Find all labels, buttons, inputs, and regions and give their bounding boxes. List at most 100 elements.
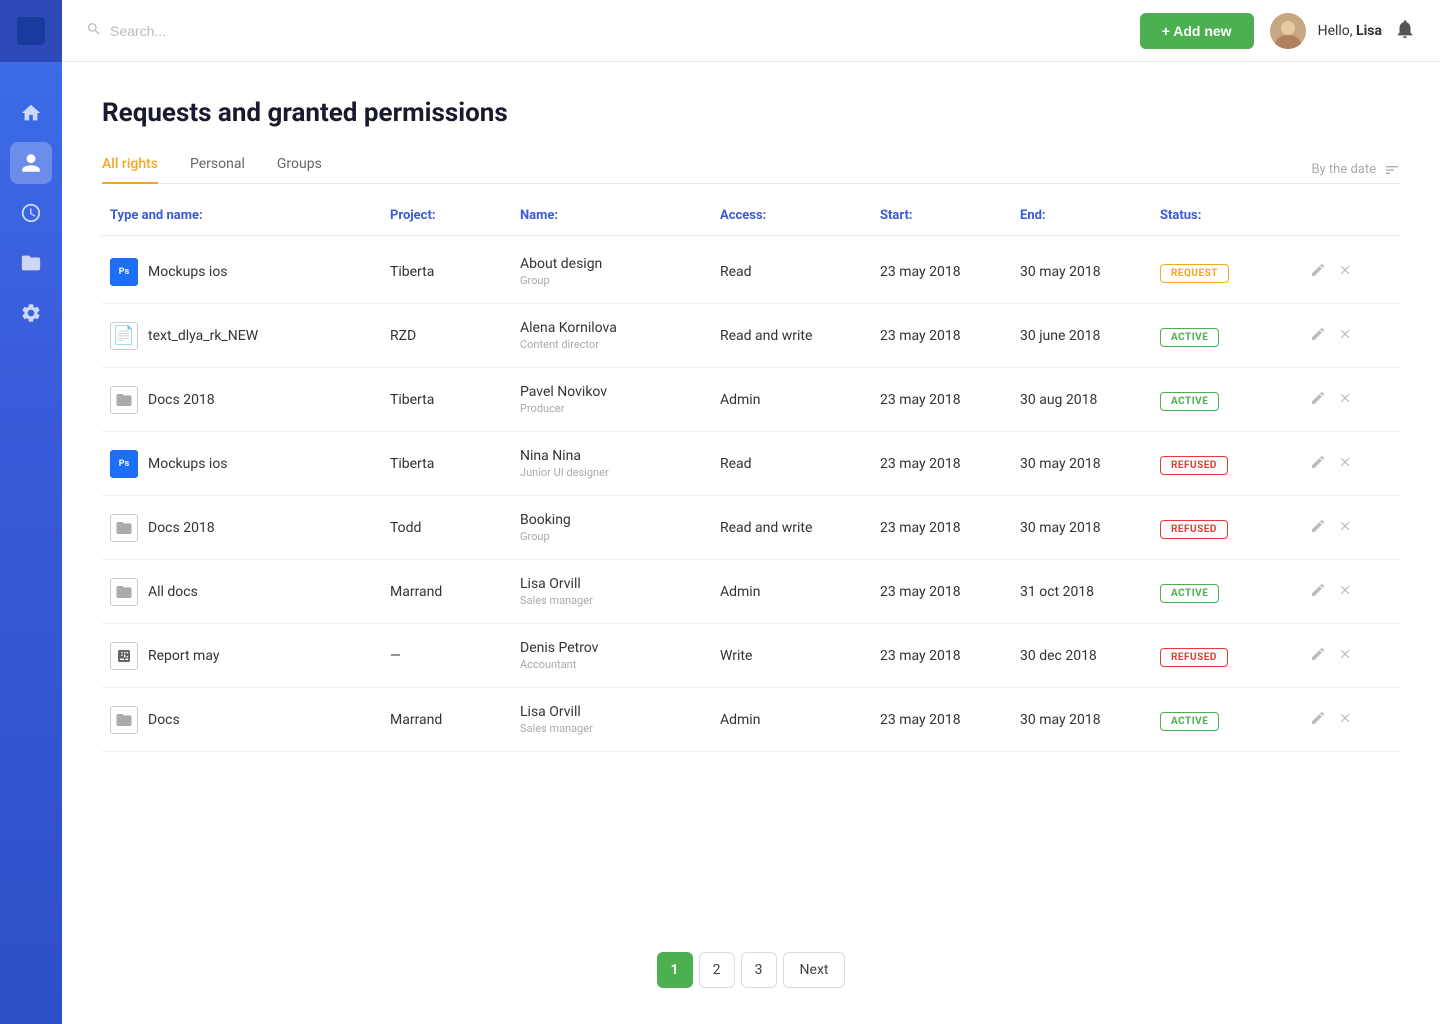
edit-icon[interactable] <box>1310 326 1326 346</box>
tab-personal[interactable]: Personal <box>190 156 245 184</box>
delete-icon[interactable] <box>1338 327 1352 345</box>
project-cell: RZD <box>390 328 520 344</box>
notification-bell-icon[interactable] <box>1394 18 1416 44</box>
tab-all-rights[interactable]: All rights <box>102 156 158 184</box>
sidebar-item-settings[interactable] <box>10 292 52 334</box>
edit-icon[interactable] <box>1310 646 1326 666</box>
delete-icon[interactable] <box>1338 583 1352 601</box>
sidebar-item-files[interactable] <box>10 242 52 284</box>
sidebar-item-home[interactable] <box>10 92 52 134</box>
tab-groups[interactable]: Groups <box>277 156 322 184</box>
col-end: End: <box>1020 208 1160 223</box>
logo-mark <box>17 17 45 45</box>
status-cell: ACTIVE <box>1160 581 1310 603</box>
edit-icon[interactable] <box>1310 390 1326 410</box>
delete-icon[interactable] <box>1338 711 1352 729</box>
name-cell: Nina Nina Junior UI designer <box>520 448 720 479</box>
status-cell: ACTIVE <box>1160 709 1310 731</box>
edit-icon[interactable] <box>1310 262 1326 282</box>
action-cell <box>1310 710 1370 730</box>
access-cell: Read and write <box>720 328 880 344</box>
pagination: 1 2 3 Next <box>102 928 1400 1004</box>
page-btn-1[interactable]: 1 <box>657 952 693 988</box>
project-cell: Tiberta <box>390 456 520 472</box>
access-cell: Read <box>720 456 880 472</box>
project-cell: Tiberta <box>390 392 520 408</box>
name-cell: About design Group <box>520 256 720 287</box>
file-name: All docs <box>148 584 198 600</box>
file-icon-folder <box>110 386 138 414</box>
delete-icon[interactable] <box>1338 519 1352 537</box>
page-next-btn[interactable]: Next <box>783 952 846 988</box>
project-cell: Tiberta <box>390 264 520 280</box>
status-cell: REQUEST <box>1160 261 1310 283</box>
status-badge: ACTIVE <box>1160 584 1219 603</box>
project-cell: — <box>390 648 520 664</box>
file-cell: Docs 2018 <box>110 386 390 414</box>
search-icon <box>86 21 102 41</box>
content-area: Requests and granted permissions All rig… <box>62 62 1440 1024</box>
edit-icon[interactable] <box>1310 710 1326 730</box>
user-name: Lisa <box>1356 23 1382 39</box>
file-cell: Docs 2018 <box>110 514 390 542</box>
file-name: Docs <box>148 712 180 728</box>
table-row: Ps Mockups ios Tiberta About design Grou… <box>102 240 1400 304</box>
action-cell <box>1310 582 1370 602</box>
end-cell: 30 may 2018 <box>1020 712 1160 728</box>
col-status: Status: <box>1160 208 1310 223</box>
table-body: Ps Mockups ios Tiberta About design Grou… <box>102 240 1400 752</box>
status-cell: REFUSED <box>1160 453 1310 475</box>
end-cell: 30 dec 2018 <box>1020 648 1160 664</box>
topbar: + Add new Hello, Lisa <box>62 0 1440 62</box>
delete-icon[interactable] <box>1338 263 1352 281</box>
page-btn-3[interactable]: 3 <box>741 952 777 988</box>
status-badge: ACTIVE <box>1160 712 1219 731</box>
status-badge: REQUEST <box>1160 264 1229 283</box>
edit-icon[interactable] <box>1310 582 1326 602</box>
action-cell <box>1310 646 1370 666</box>
access-cell: Admin <box>720 584 880 600</box>
status-badge: REFUSED <box>1160 648 1228 667</box>
status-badge: REFUSED <box>1160 456 1228 475</box>
search-input[interactable] <box>110 23 410 39</box>
project-cell: Todd <box>390 520 520 536</box>
delete-icon[interactable] <box>1338 391 1352 409</box>
status-badge: REFUSED <box>1160 520 1228 539</box>
avatar <box>1270 13 1306 49</box>
name-cell: Booking Group <box>520 512 720 543</box>
file-icon-folder <box>110 706 138 734</box>
sidebar <box>0 0 62 1024</box>
add-new-button[interactable]: + Add new <box>1140 13 1254 49</box>
end-cell: 31 oct 2018 <box>1020 584 1160 600</box>
end-cell: 30 may 2018 <box>1020 456 1160 472</box>
status-cell: ACTIVE <box>1160 389 1310 411</box>
project-cell: Marrand <box>390 712 520 728</box>
sort-by-date[interactable]: By the date <box>1311 162 1400 178</box>
file-cell: Report may <box>110 642 390 670</box>
user-area: Hello, Lisa <box>1270 13 1416 49</box>
file-icon-doc: 📄 <box>110 322 138 350</box>
project-cell: Marrand <box>390 584 520 600</box>
start-cell: 23 may 2018 <box>880 712 1020 728</box>
start-cell: 23 may 2018 <box>880 520 1020 536</box>
action-cell <box>1310 454 1370 474</box>
sidebar-item-clock[interactable] <box>10 192 52 234</box>
edit-icon[interactable] <box>1310 518 1326 538</box>
sidebar-item-users[interactable] <box>10 142 52 184</box>
edit-icon[interactable] <box>1310 454 1326 474</box>
sidebar-logo <box>0 0 62 62</box>
file-icon-folder <box>110 578 138 606</box>
col-access: Access: <box>720 208 880 223</box>
file-name: Mockups ios <box>148 456 228 472</box>
start-cell: 23 may 2018 <box>880 648 1020 664</box>
page-btn-2[interactable]: 2 <box>699 952 735 988</box>
file-icon-ps: Ps <box>110 450 138 478</box>
name-cell: Pavel Novikov Producer <box>520 384 720 415</box>
delete-icon[interactable] <box>1338 647 1352 665</box>
sidebar-nav <box>0 82 62 334</box>
table-row: Docs 2018 Todd Booking Group Read and wr… <box>102 496 1400 560</box>
action-cell <box>1310 262 1370 282</box>
status-badge: ACTIVE <box>1160 328 1219 347</box>
delete-icon[interactable] <box>1338 455 1352 473</box>
access-cell: Admin <box>720 392 880 408</box>
